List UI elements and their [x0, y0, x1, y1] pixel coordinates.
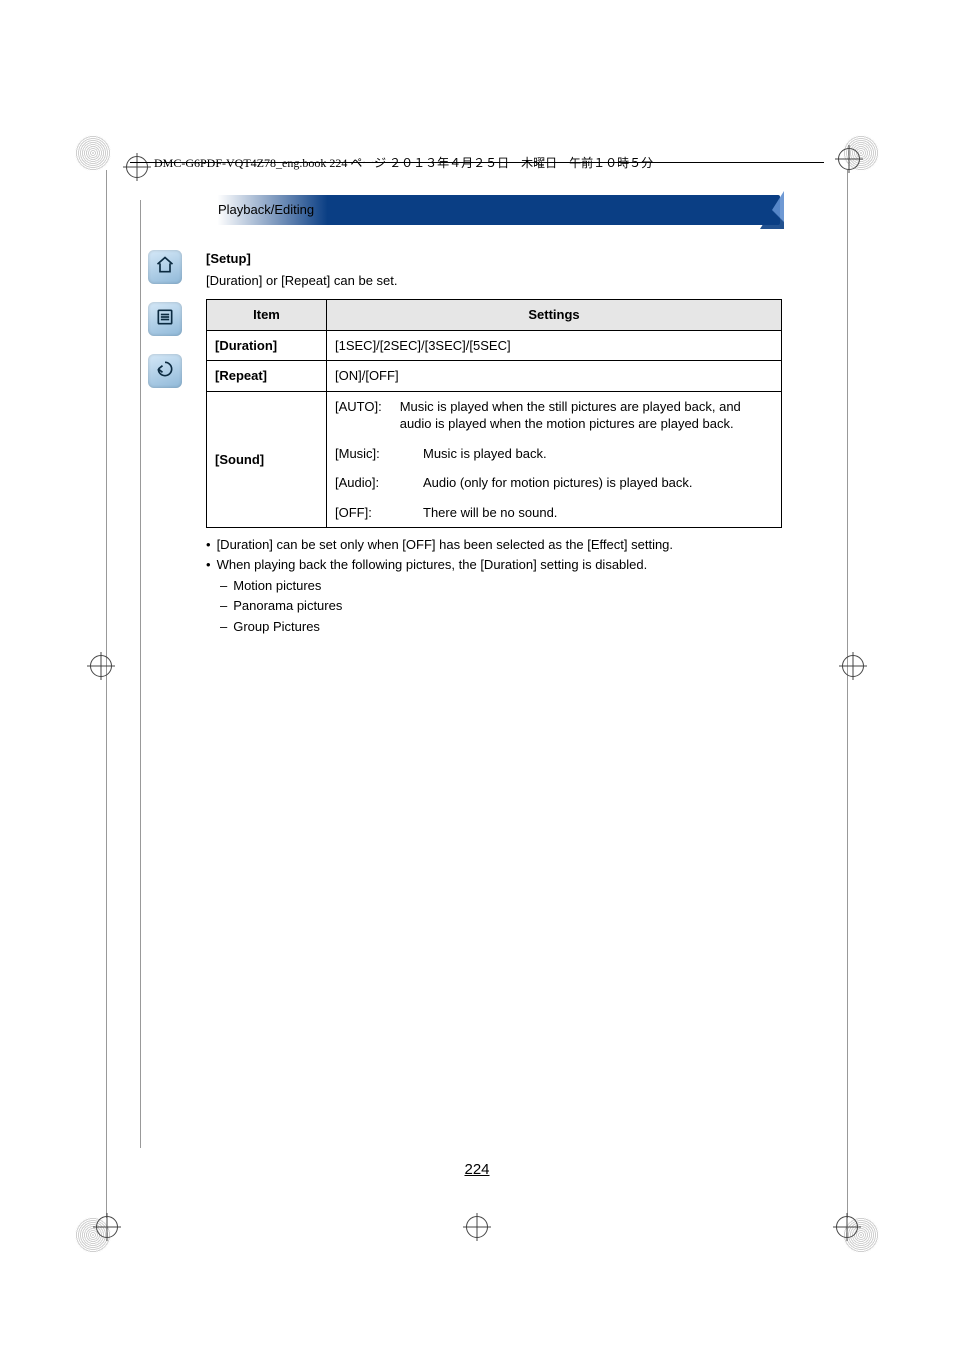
sound-option: [Music]: Music is played back.: [335, 445, 773, 463]
row-repeat-label: [Repeat]: [207, 361, 327, 392]
table-row: [Repeat] [ON]/[OFF]: [207, 361, 782, 392]
setup-subtext: [Duration] or [Repeat] can be set.: [206, 272, 782, 290]
registration-mark-icon: [842, 655, 864, 677]
sound-option-key: [Music]:: [335, 445, 405, 463]
sound-option-desc: Audio (only for motion pictures) is play…: [423, 474, 693, 492]
table-row: [Duration] [1SEC]/[2SEC]/[3SEC]/[5SEC]: [207, 330, 782, 361]
row-duration-label: [Duration]: [207, 330, 327, 361]
sound-option-desc: Music is played back.: [423, 445, 547, 463]
row-duration-value: [1SEC]/[2SEC]/[3SEC]/[5SEC]: [327, 330, 782, 361]
registration-mark-icon: [466, 1216, 488, 1238]
page-number: 224: [0, 1161, 954, 1178]
section-banner: Playback/Editing: [200, 195, 780, 225]
print-header-fileinfo: DMC-G6PDF-VQT4Z78_eng.book 224 ページ ２０１３年…: [154, 154, 653, 171]
setup-heading: [Setup]: [206, 250, 782, 268]
registration-mark-icon: [126, 156, 148, 178]
settings-table: Item Settings [Duration] [1SEC]/[2SEC]/[…: [206, 299, 782, 528]
sound-option: [Audio]: Audio (only for motion pictures…: [335, 474, 773, 492]
sound-option: [AUTO]: Music is played when the still p…: [335, 398, 773, 433]
breadcrumb: Playback/Editing: [218, 202, 314, 217]
print-corner-decoration: [75, 135, 111, 171]
notes-block: [Duration] can be set only when [OFF] ha…: [206, 536, 782, 635]
print-guide-line: [847, 170, 848, 1218]
home-icon: [155, 255, 175, 280]
sound-option-desc: There will be no sound.: [423, 504, 557, 522]
row-sound-value: [AUTO]: Music is played when the still p…: [327, 391, 782, 528]
registration-mark-icon: [90, 655, 112, 677]
back-arrow-icon: [155, 359, 175, 384]
back-button[interactable]: [148, 354, 182, 388]
note-bullet: When playing back the following pictures…: [206, 556, 782, 574]
banner-accent-decoration: [760, 191, 784, 229]
sound-option: [OFF]: There will be no sound.: [335, 504, 773, 522]
note-dash: Motion pictures: [220, 577, 782, 595]
table-header-settings: Settings: [327, 300, 782, 331]
sound-option-desc: Music is played when the still pictures …: [400, 398, 773, 433]
registration-mark-icon: [836, 1216, 858, 1238]
note-bullet: [Duration] can be set only when [OFF] ha…: [206, 536, 782, 554]
list-icon: [155, 307, 175, 332]
row-repeat-value: [ON]/[OFF]: [327, 361, 782, 392]
table-header-item: Item: [207, 300, 327, 331]
row-sound-label: [Sound]: [207, 391, 327, 528]
registration-mark-icon: [96, 1216, 118, 1238]
sound-option-key: [OFF]:: [335, 504, 405, 522]
contents-button[interactable]: [148, 302, 182, 336]
note-dash: Group Pictures: [220, 618, 782, 636]
print-guide-line: [140, 200, 141, 1148]
sound-option-key: [Audio]:: [335, 474, 405, 492]
registration-mark-icon: [838, 148, 860, 170]
note-dash: Panorama pictures: [220, 597, 782, 615]
print-guide-line: [106, 170, 107, 1218]
page-content: [Setup] [Duration] or [Repeat] can be se…: [206, 250, 782, 635]
sidebar-icon-strip: [148, 250, 182, 388]
home-button[interactable]: [148, 250, 182, 284]
sound-option-key: [AUTO]:: [335, 398, 382, 433]
table-row: [Sound] [AUTO]: Music is played when the…: [207, 391, 782, 528]
